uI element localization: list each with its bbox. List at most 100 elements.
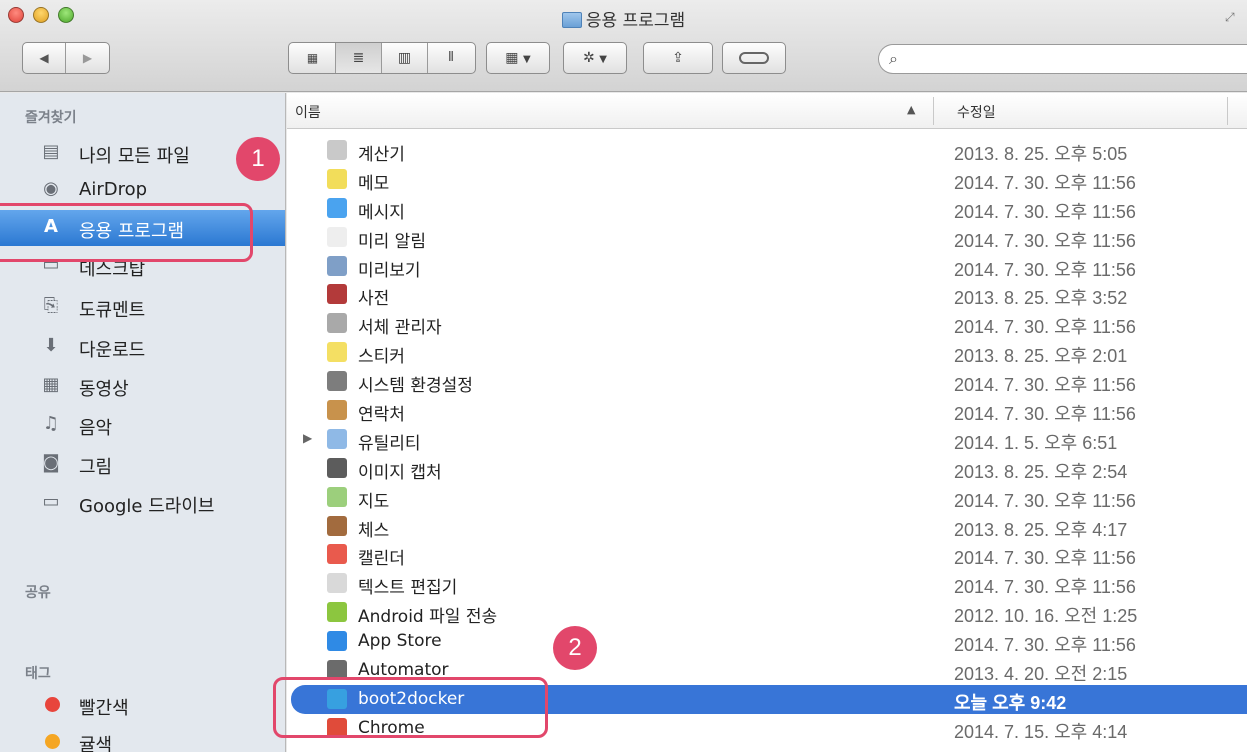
modified-date: 2013. 4. 20. 오전 2:15	[954, 664, 1128, 685]
arrange-icon: ▦	[505, 50, 519, 66]
sidebar-item-music[interactable]: ♫ 음악	[0, 407, 285, 443]
file-name: 서체 관리자	[358, 318, 442, 339]
view-switcher: ▦ ≣ ▥ ⦀	[288, 42, 476, 74]
sidebar-item-label: 음악	[79, 418, 113, 439]
column-view-icon[interactable]: ▥	[382, 43, 428, 73]
table-row[interactable]: 지도 2014. 7. 30. 오후 11:56	[287, 483, 1247, 512]
file-name: 사전	[358, 289, 390, 310]
gear-icon: ✲	[583, 50, 595, 66]
app-icon	[327, 255, 347, 276]
coverflow-view-icon[interactable]: ⦀	[428, 43, 474, 73]
sidebar-item-label: 나의 모든 파일	[79, 146, 190, 167]
table-row[interactable]: ▶ 유틸리티 2014. 1. 5. 오후 6:51	[287, 425, 1247, 454]
file-list: 이름 ▲ 수정일 계산기 2013. 8. 25. 오후 5:05 메모 2014. …	[287, 93, 1247, 752]
file-name: 체스	[358, 520, 390, 541]
documents-icon: ⎘	[43, 295, 59, 316]
app-icon	[327, 602, 347, 623]
table-row[interactable]: 캘린더 2014. 7. 30. 오후 11:56	[287, 540, 1247, 569]
annotation-box-2	[273, 677, 548, 738]
sidebar-item-pictures[interactable]: ◙ 그림	[0, 446, 285, 482]
date-column-header[interactable]: 수정일	[957, 102, 996, 122]
file-name: 연락처	[358, 405, 405, 426]
window-title: 응용 프로그램	[0, 6, 1247, 31]
arrange-button[interactable]: ▦ ▼	[486, 42, 550, 74]
folder-icon	[327, 428, 347, 449]
app-icon	[327, 342, 347, 363]
action-button[interactable]: ✲ ▼	[563, 42, 627, 74]
modified-date: 2012. 10. 16. 오전 1:25	[954, 606, 1138, 627]
share-button[interactable]: ⇪	[643, 42, 713, 74]
sidebar: 즐겨찾기 ▤ 나의 모든 파일 ◉ AirDrop A 응용 프로그램 ▭ 데스…	[0, 93, 286, 752]
modified-date: 2014. 7. 30. 오후 11:56	[954, 259, 1136, 280]
app-icon	[327, 284, 347, 305]
app-icon	[327, 371, 347, 392]
all-files-icon: ▤	[42, 141, 60, 162]
downloads-icon: ⬇	[43, 335, 59, 356]
table-row[interactable]: 체스 2013. 8. 25. 오후 4:17	[287, 512, 1247, 541]
modified-date: 2014. 7. 30. 오후 11:56	[954, 490, 1136, 511]
fullscreen-icon[interactable]: ⤢	[1225, 10, 1239, 24]
table-row[interactable]: 텍스트 편집기 2014. 7. 30. 오후 11:56	[287, 569, 1247, 598]
disclosure-triangle-icon[interactable]: ▶	[303, 431, 312, 445]
search-icon: ⌕	[889, 49, 898, 68]
app-icon	[327, 631, 347, 652]
table-row[interactable]: 스티커 2013. 8. 25. 오후 2:01	[287, 338, 1247, 367]
edit-tags-button[interactable]	[722, 42, 786, 74]
window-toolbar: 응용 프로그램 ⤢ ◀ ▶ ▦ ≣ ▥ ⦀ ▦ ▼ ✲ ▼ ⇪ ⌕	[0, 0, 1247, 92]
table-row[interactable]: 메모 2014. 7. 30. 오후 11:56	[287, 165, 1247, 194]
app-icon	[327, 486, 347, 507]
table-row[interactable]: 이미지 캡처 2013. 8. 25. 오후 2:54	[287, 454, 1247, 483]
sidebar-item-google-drive[interactable]: ▭ Google 드라이브	[0, 485, 285, 521]
modified-date: 오늘 오후 9:42	[954, 692, 1067, 713]
forward-button[interactable]: ▶	[66, 43, 109, 73]
annotation-badge-2: 2	[553, 626, 597, 670]
table-row[interactable]: 메시지 2014. 7. 30. 오후 11:56	[287, 194, 1247, 223]
file-name: 캘린더	[358, 549, 405, 570]
table-row[interactable]: 사전 2013. 8. 25. 오후 3:52	[287, 280, 1247, 309]
sidebar-tag-orange[interactable]: 귤색	[0, 724, 285, 752]
table-row[interactable]: 계산기 2013. 8. 25. 오후 5:05	[287, 136, 1247, 165]
modified-date: 2013. 8. 25. 오후 5:05	[954, 144, 1128, 164]
sidebar-item-movies[interactable]: ▦ 동영상	[0, 368, 285, 404]
app-icon	[327, 313, 347, 334]
column-divider[interactable]	[1227, 97, 1228, 125]
name-column-header[interactable]: 이름	[295, 102, 321, 122]
sidebar-item-label: 동영상	[79, 379, 129, 400]
table-row[interactable]: 서체 관리자 2014. 7. 30. 오후 11:56	[287, 309, 1247, 338]
file-name: 텍스트 편집기	[358, 578, 458, 599]
file-name: 미리보기	[358, 260, 421, 281]
modified-date: 2013. 8. 25. 오후 2:54	[954, 461, 1128, 482]
modified-date: 2014. 7. 30. 오후 11:56	[954, 230, 1136, 251]
table-row[interactable]: 미리 알림 2014. 7. 30. 오후 11:56	[287, 223, 1247, 252]
modified-date: 2014. 7. 15. 오후 4:14	[954, 721, 1128, 742]
list-view-icon[interactable]: ≣	[336, 43, 382, 73]
column-header: 이름 ▲ 수정일	[287, 93, 1247, 129]
app-icon	[327, 226, 347, 247]
table-row[interactable]: 연락처 2014. 7. 30. 오후 11:56	[287, 396, 1247, 425]
shared-header: 공유	[25, 585, 51, 601]
sidebar-item-documents[interactable]: ⎘ 도큐멘트	[0, 289, 285, 325]
table-row[interactable]: App Store 2014. 7. 30. 오후 11:56	[287, 627, 1247, 656]
back-button[interactable]: ◀	[23, 43, 66, 73]
search-field[interactable]: ⌕	[878, 44, 1247, 74]
column-divider[interactable]	[933, 97, 934, 125]
grid-view-icon[interactable]: ▦	[290, 43, 336, 73]
sidebar-item-downloads[interactable]: ⬇ 다운로드	[0, 329, 285, 365]
sidebar-item-label: 귤색	[79, 735, 113, 752]
movies-icon: ▦	[42, 374, 60, 395]
app-icon	[327, 168, 347, 189]
table-row[interactable]: 시스템 환경설정 2014. 7. 30. 오후 11:56	[287, 367, 1247, 396]
sidebar-item-label: 빨간색	[79, 698, 129, 719]
red-tag-icon	[45, 697, 60, 712]
table-row[interactable]: 미리보기 2014. 7. 30. 오후 11:56	[287, 252, 1247, 281]
share-icon: ⇪	[672, 50, 684, 66]
modified-date: 2014. 7. 30. 오후 11:56	[954, 172, 1136, 193]
app-icon	[327, 573, 347, 594]
app-icon	[327, 515, 347, 536]
app-icon	[327, 457, 347, 478]
sidebar-tag-red[interactable]: 빨간색	[0, 687, 285, 723]
app-icon	[327, 400, 347, 421]
table-row[interactable]: Android 파일 전송 2012. 10. 16. 오전 1:25	[287, 598, 1247, 627]
modified-date: 2013. 8. 25. 오후 4:17	[954, 519, 1128, 540]
file-name: Android 파일 전송	[358, 607, 498, 628]
